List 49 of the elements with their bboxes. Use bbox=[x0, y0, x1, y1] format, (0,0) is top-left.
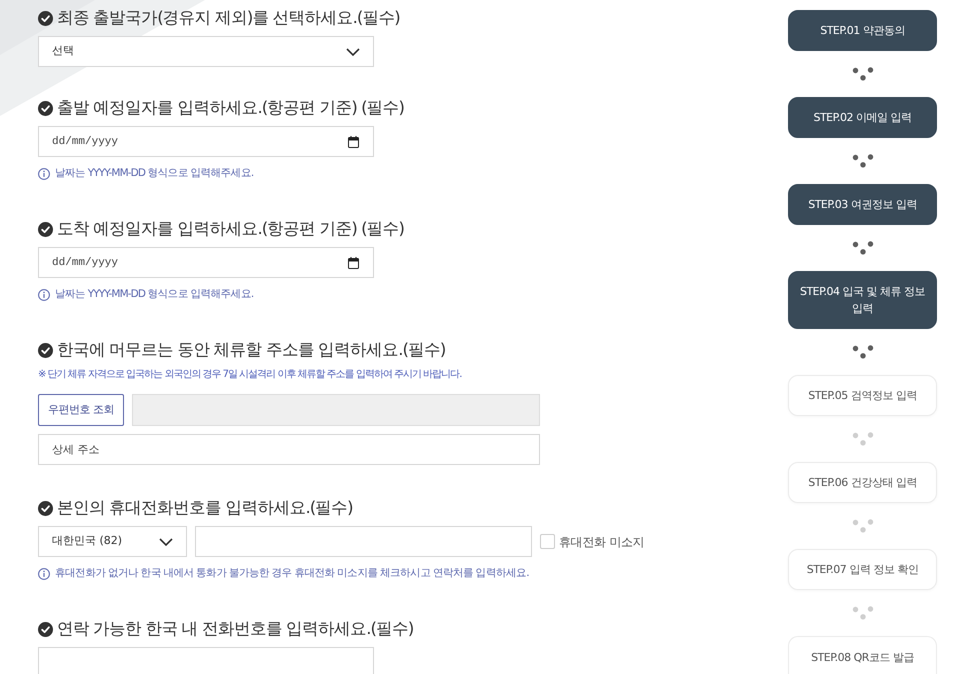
question-title: 한국에 머무르는 동안 체류할 주소를 입력하세요.(필수) bbox=[57, 339, 446, 361]
phone-number-field[interactable] bbox=[195, 526, 532, 557]
step-item: STEP.04 입국 및 체류 정보 입력 bbox=[788, 271, 937, 329]
detail-address-field[interactable]: 상세 주소 bbox=[38, 434, 540, 465]
three-dots-icon bbox=[852, 67, 874, 81]
check-circle-icon bbox=[38, 500, 53, 516]
step-item: STEP.01 약관동의 bbox=[788, 10, 937, 51]
hint-text: 날짜는 YYYY-MM-DD 형식으로 입력해주세요. bbox=[55, 166, 254, 182]
three-dots-icon bbox=[852, 519, 874, 533]
chevron-down-icon bbox=[346, 48, 360, 56]
step-item: STEP.02 이메일 입력 bbox=[788, 97, 937, 138]
hint-text: 휴대전화가 없거나 한국 내에서 통화가 불가능한 경우 휴대전화 미소지를 체크하시고 연락처를 입력하세요. bbox=[55, 566, 529, 582]
question-title: 본인의 휴대전화번호를 입력하세요.(필수) bbox=[57, 497, 353, 519]
step-item: STEP.05 검역정보 입력 bbox=[788, 375, 937, 416]
calendar-icon bbox=[348, 257, 359, 269]
step-item: STEP.07 입력 정보 확인 bbox=[788, 549, 937, 590]
question-title: 연락 가능한 한국 내 전화번호를 입력하세요.(필수) bbox=[57, 618, 414, 640]
address-note: ※ 단기 체류 자격으로 입국하는 외국인의 경우 7일 시설격리 이후 체류할 주소를 입력하여 주시기 바랍니다. bbox=[38, 368, 462, 382]
info-icon bbox=[38, 568, 50, 580]
question-title: 출발 예정일자를 입력하세요.(항공편 기준) (필수) bbox=[57, 97, 404, 119]
question-title: 최종 출발국가(경유지 제외)를 선택하세요.(필수) bbox=[57, 7, 400, 29]
date-field[interactable]: dd/mm/yyyy bbox=[38, 126, 374, 157]
calendar-icon bbox=[348, 136, 359, 148]
three-dots-icon bbox=[852, 606, 874, 620]
question-title: 도착 예정일자를 입력하세요.(항공편 기준) (필수) bbox=[57, 218, 404, 240]
country-code-select[interactable]: 대한민국 (82) bbox=[38, 526, 187, 557]
chevron-down-icon bbox=[159, 538, 173, 546]
check-circle-icon bbox=[38, 10, 53, 26]
info-icon bbox=[38, 289, 50, 301]
three-dots-icon bbox=[852, 432, 874, 446]
phone-number-field[interactable] bbox=[38, 647, 374, 674]
three-dots-icon bbox=[852, 345, 874, 359]
step-item: STEP.08 QR코드 발급 bbox=[788, 636, 937, 674]
step-item: STEP.06 건강상태 입력 bbox=[788, 462, 937, 503]
three-dots-icon bbox=[852, 241, 874, 255]
dropdown-select[interactable]: 선택 bbox=[38, 36, 374, 67]
postal-search-button[interactable]: 우편번호 조회 bbox=[38, 394, 124, 426]
three-dots-icon bbox=[852, 154, 874, 168]
checkbox-label: 휴대전화 미소지 bbox=[559, 534, 644, 550]
check-circle-icon bbox=[38, 100, 53, 116]
check-circle-icon bbox=[38, 622, 53, 636]
check-circle-icon bbox=[38, 222, 53, 236]
checkbox[interactable] bbox=[540, 534, 555, 549]
info-icon bbox=[38, 168, 50, 180]
postal-code-field[interactable] bbox=[132, 394, 540, 426]
date-field[interactable]: dd/mm/yyyy bbox=[38, 247, 374, 278]
hint-text: 날짜는 YYYY-MM-DD 형식으로 입력해주세요. bbox=[55, 287, 254, 302]
step-item: STEP.03 여권정보 입력 bbox=[788, 184, 937, 225]
check-circle-icon bbox=[38, 342, 53, 358]
